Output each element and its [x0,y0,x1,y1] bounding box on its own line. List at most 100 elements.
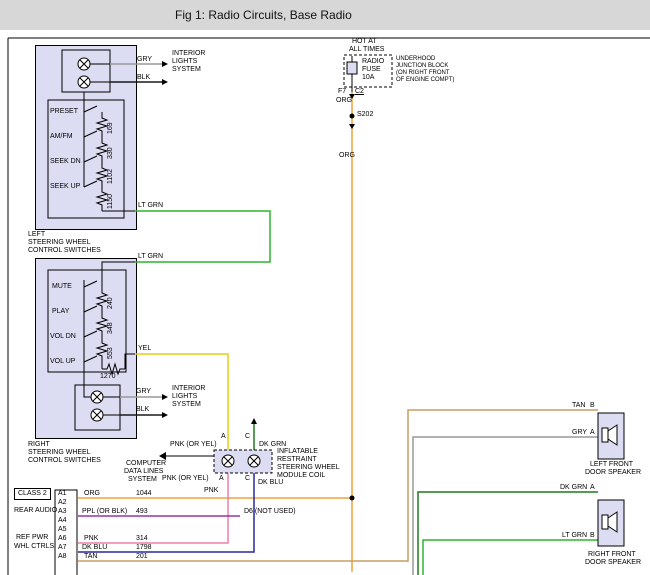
coil-name-3: STEERING WHEEL [277,464,340,472]
resistor-value-1: 169 [107,122,115,134]
coil-wire-bot-left2: PNK [204,487,218,495]
hot-at-label-1: HOT AT [352,38,377,46]
right-switch-caption-1: RIGHT [28,441,50,449]
coil-terminal-bot-a: A [219,475,224,483]
a6-circuit: 314 [136,535,148,543]
computer-data-ref-3: SYSTEM [128,476,157,484]
right-switch-caption-2: STEERING WHEEL [28,449,91,457]
junction-block-label-4: OF ENGINE COMPT) [396,77,454,84]
coil-name-1: INFLATABLE [277,448,318,456]
hot-at-label-2: ALL TIMES [349,46,384,54]
junction-block-label-2: JUNCTION BLOCK [396,63,448,70]
button-amfm: AM/FM [50,133,73,141]
wire-label-gry-2: GRY [136,388,151,396]
left-switch-caption-2: STEERING WHEEL [28,239,91,247]
resistor-value-4: 1150 [107,194,115,209]
splice-s202-label: S202 [357,111,373,119]
rf-spk-term-bot: B [590,532,595,540]
wire-label-ltgrn-1: LT GRN [138,202,163,210]
coil-terminal-bot-c: C [245,475,250,483]
interior-lights-ref-2b: LIGHTS [172,393,197,401]
wire-label-org-1: ORG [336,97,352,105]
left-switch-caption-3: CONTROL SWITCHES [28,247,101,255]
button-preset: PRESET [50,108,78,116]
interior-lights-ref-1: INTERIOR [172,50,205,58]
right-switch-caption-3: CONTROL SWITCHES [28,457,101,465]
a3-note: D6 (NOT USED) [244,508,296,516]
connector-c2-label: C2 [355,88,364,96]
a8-circuit: 201 [136,553,148,561]
interior-lights-ref-1c: SYSTEM [172,66,201,74]
right-front-door-speaker-symbol [598,500,624,546]
coil-wire-bot-left: PNK (OR YEL) [162,475,209,483]
button-play: PLAY [52,308,69,316]
pin-a2: A2 [58,499,67,507]
resistor-value-5: 240 [107,297,115,309]
a1-wire: ORG [84,490,100,498]
coil-wire-top-left: PNK (OR YEL) [170,441,217,449]
resistor-value-1270: 1270 [100,373,116,381]
lf-spk-term-bot: A [590,429,595,437]
rear-audio-label: REAR AUDIO [14,507,57,515]
a7-circuit: 1798 [136,544,152,552]
a3-wire: PPL (OR BLK) [82,508,127,516]
ref-pwr-label: REF PWR [16,534,48,542]
wire-label-gry-1: GRY [137,56,152,64]
pin-a7: A7 [58,544,67,552]
a7-wire: DK BLU [82,544,107,552]
figure-title-bar: Fig 1: Radio Circuits, Base Radio [0,0,650,30]
rf-spk-wire-top: DK GRN [560,484,587,492]
fuse-label-2: FUSE [362,66,381,74]
wire-tan [78,410,598,561]
sir-coil-symbol [214,450,272,473]
a8-wire: TAN [84,553,97,561]
a6-wire: PNK [84,535,98,543]
interior-lights-ref-2: INTERIOR [172,385,205,393]
wire-label-org-2: ORG [339,152,355,160]
whl-ctrls-label: WHL CTRLS [14,543,54,551]
wire-label-blk-1: BLK [137,74,150,82]
wire-lt-grn [135,211,598,575]
wire-org [78,92,352,572]
coil-terminal-top-c: C [245,433,250,441]
cavity-f7-label: F7 [338,88,346,96]
button-mute: MUTE [52,283,72,291]
interior-lights-ref-1b: LIGHTS [172,58,197,66]
fuse-label-3: 10A [362,74,374,82]
resistor-value-2: 330 [107,147,115,159]
rf-spk-caption-2: DOOR SPEAKER [585,559,641,567]
a1-circuit: 1044 [136,490,152,498]
wire-label-yel: YEL [138,345,151,353]
rf-spk-caption-1: RIGHT FRONT [588,551,636,559]
wire-label-ltgrn-2: LT GRN [138,253,163,261]
lf-spk-wire-top: TAN [572,402,585,410]
wire-label-blk-2: BLK [136,406,149,414]
pin-a3: A3 [58,508,67,516]
left-switch-caption-1: LEFT [28,231,45,239]
resistor-value-6: 348 [107,322,115,334]
rf-spk-term-top: A [590,484,595,492]
junction-block-label-1: UNDERHOOD [396,56,435,63]
button-seek-up: SEEK UP [50,183,80,191]
resistor-value-7: 553 [107,347,115,359]
left-front-door-speaker-symbol [598,413,624,459]
pin-a8: A8 [58,553,67,561]
lf-spk-caption-2: DOOR SPEAKER [585,469,641,477]
coil-name-4: MODULE COIL [277,472,325,480]
fuse-label-1: RADIO [362,58,384,66]
computer-data-ref-1: COMPUTER [126,460,166,468]
wiring-svg [0,0,650,575]
resistor-value-3: 1102 [107,169,115,184]
computer-data-ref-2: DATA LINES [124,468,163,476]
pin-a4: A4 [58,517,67,525]
button-seek-dn: SEEK DN [50,158,81,166]
class2-label: CLASS 2 [14,488,51,500]
interior-lights-ref-2c: SYSTEM [172,401,201,409]
coil-name-2: RESTRAINT [277,456,317,464]
button-vol-up: VOL UP [50,358,75,366]
figure-title: Fig 1: Radio Circuits, Base Radio [175,8,352,22]
lf-spk-wire-bot: GRY [572,429,587,437]
wire-dk-grn [254,424,598,575]
pin-a6: A6 [58,535,67,543]
pin-a1: A1 [58,490,67,498]
